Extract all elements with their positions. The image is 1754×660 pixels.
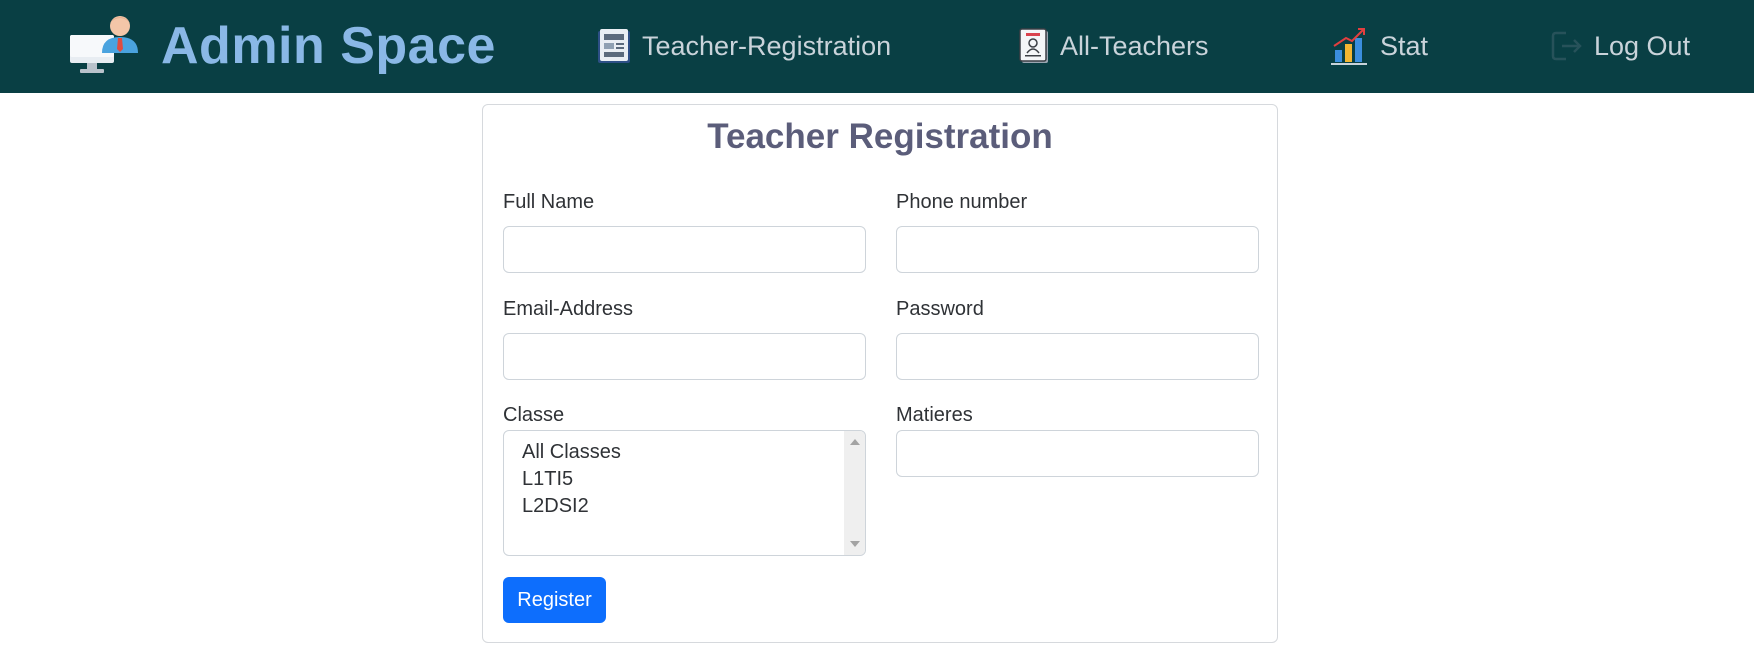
scroll-up-arrow-icon[interactable] bbox=[850, 439, 860, 445]
password-label: Password bbox=[896, 298, 984, 320]
logout-icon bbox=[1551, 31, 1582, 61]
nav-log-out[interactable]: Log Out bbox=[1550, 24, 1690, 68]
classe-option[interactable]: L1TI5 bbox=[522, 468, 573, 491]
classe-label: Classe bbox=[503, 404, 565, 426]
admin-user-computer-icon bbox=[70, 16, 138, 73]
nav-stat-label: Stat bbox=[1380, 30, 1429, 61]
registration-card: Teacher Registration Full Name Phone num… bbox=[482, 104, 1278, 643]
bar-chart-icon bbox=[1331, 28, 1367, 65]
phone-number-label: Phone number bbox=[896, 191, 1028, 213]
page-title: Teacher Registration bbox=[707, 117, 1053, 156]
email-address-input[interactable] bbox=[503, 333, 866, 380]
nav-teacher-registration[interactable]: Teacher-Registration bbox=[596, 24, 891, 68]
full-name-label: Full Name bbox=[503, 191, 595, 213]
nav-stat[interactable]: Stat bbox=[1330, 24, 1428, 68]
matieres-input[interactable] bbox=[896, 430, 1259, 477]
nav-log-out-label: Log Out bbox=[1594, 30, 1691, 61]
classe-multiselect[interactable]: All Classes L1TI5 L2DSI2 bbox=[503, 430, 866, 556]
nav-all-teachers[interactable]: All-Teachers bbox=[1018, 24, 1209, 68]
classe-option[interactable]: All Classes bbox=[522, 441, 621, 464]
register-button[interactable]: Register bbox=[503, 577, 606, 623]
brand[interactable]: Admin Space bbox=[68, 10, 495, 80]
email-address-label: Email-Address bbox=[503, 298, 634, 320]
phone-number-input[interactable] bbox=[896, 226, 1259, 273]
nav-teacher-registration-label: Teacher-Registration bbox=[642, 30, 892, 61]
classe-option[interactable]: L2DSI2 bbox=[522, 495, 589, 518]
scroll-down-arrow-icon[interactable] bbox=[850, 541, 860, 547]
matieres-label: Matieres bbox=[896, 404, 973, 426]
brand-title: Admin Space bbox=[161, 17, 496, 75]
full-name-input[interactable] bbox=[503, 226, 866, 273]
password-input[interactable] bbox=[896, 333, 1259, 380]
nav-all-teachers-label: All-Teachers bbox=[1060, 30, 1209, 61]
classe-scrollbar[interactable] bbox=[844, 431, 865, 555]
registration-form-icon bbox=[598, 29, 630, 63]
teacher-card-icon bbox=[1019, 28, 1048, 63]
top-navbar: Admin Space Teacher-Registration All-Tea… bbox=[0, 0, 1754, 93]
